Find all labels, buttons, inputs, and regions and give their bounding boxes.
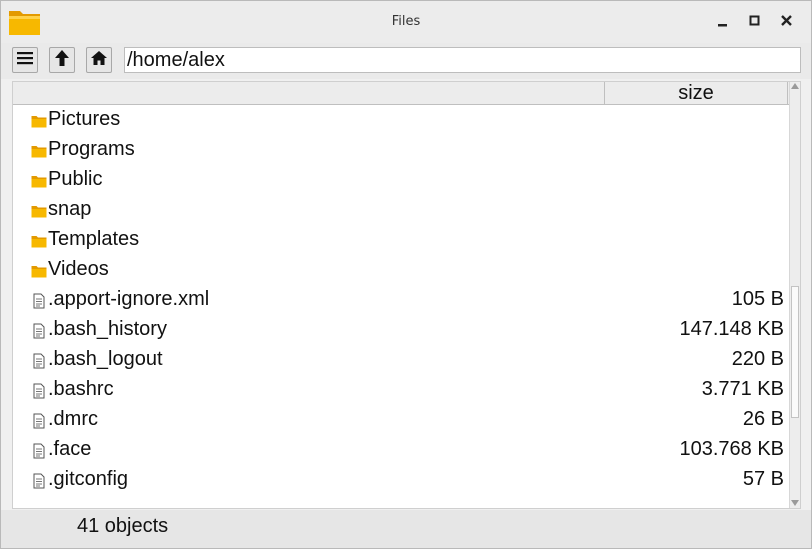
file-manager-window: Files /home/alex size Pictures Programs … <box>0 0 812 549</box>
folder-icon <box>31 172 47 188</box>
row-name: .bashrc <box>48 378 114 400</box>
column-header-size[interactable]: size <box>605 82 788 104</box>
row-name: .face <box>48 438 92 460</box>
arrow-up-icon <box>54 49 70 71</box>
list-header: size <box>13 82 789 105</box>
title-bar[interactable]: Files <box>1 1 811 43</box>
file-row[interactable]: .gitconfig 57 B <box>13 465 789 495</box>
folder-icon <box>31 232 47 248</box>
file-icon <box>31 382 47 399</box>
file-icon <box>31 442 47 459</box>
file-row[interactable]: .dmrc 26 B <box>13 405 789 435</box>
file-icon <box>31 322 47 339</box>
object-count: 41 objects <box>77 515 169 537</box>
status-bar: 41 objects <box>1 510 811 548</box>
folder-row[interactable]: Programs <box>13 135 789 165</box>
folder-icon <box>31 202 47 218</box>
home-button[interactable] <box>86 47 112 73</box>
row-size: 26 B <box>742 408 784 430</box>
file-rows: Pictures Programs Public snap Templates Video… <box>13 105 789 495</box>
folder-icon <box>31 112 47 128</box>
file-icon <box>31 412 47 429</box>
path-input[interactable]: /home/alex <box>124 47 801 73</box>
row-name: .bash_history <box>48 318 167 340</box>
minimize-icon[interactable] <box>713 11 733 31</box>
file-row[interactable]: .bash_history 147.148 KB <box>13 315 789 345</box>
row-name: Pictures <box>48 108 121 130</box>
file-row[interactable]: .apport-ignore.xml 105 B <box>13 285 789 315</box>
scroll-down-icon[interactable] <box>791 500 799 506</box>
row-name: Programs <box>48 138 135 160</box>
row-size: 147.148 KB <box>679 318 784 340</box>
row-name: .gitconfig <box>48 468 129 490</box>
file-list[interactable]: size Pictures Programs Public snap Templates… <box>12 81 801 509</box>
file-row[interactable]: .bashrc 3.771 KB <box>13 375 789 405</box>
folder-row[interactable]: snap <box>13 195 789 225</box>
hamburger-menu-icon <box>16 50 34 70</box>
row-size: 105 B <box>731 288 784 310</box>
row-size: 3.771 KB <box>701 378 784 400</box>
folder-row[interactable]: Templates <box>13 225 789 255</box>
row-name: .dmrc <box>48 408 98 430</box>
go-up-button[interactable] <box>49 47 75 73</box>
window-title: Files <box>391 14 421 29</box>
folder-row[interactable]: Public <box>13 165 789 195</box>
home-icon <box>90 50 108 70</box>
file-icon <box>31 292 47 309</box>
row-name: snap <box>48 198 92 220</box>
scroll-up-icon[interactable] <box>791 83 799 89</box>
maximize-icon[interactable] <box>745 11 765 31</box>
folder-row[interactable]: Videos <box>13 255 789 285</box>
file-icon <box>31 472 47 489</box>
row-size: 220 B <box>731 348 784 370</box>
file-row[interactable]: .face 103.768 KB <box>13 435 789 465</box>
row-name: Videos <box>48 258 109 280</box>
column-header-name[interactable] <box>13 82 605 104</box>
folder-icon <box>31 142 47 158</box>
folder-row[interactable]: Pictures <box>13 105 789 135</box>
scrollbar-thumb[interactable] <box>791 286 799 418</box>
row-name: Public <box>48 168 103 190</box>
row-name: .apport-ignore.xml <box>48 288 210 310</box>
folder-icon <box>31 262 47 278</box>
row-name: Templates <box>48 228 140 250</box>
file-icon <box>31 352 47 369</box>
row-name: .bash_logout <box>48 348 163 370</box>
row-size: 103.768 KB <box>679 438 784 460</box>
close-icon[interactable] <box>777 11 797 31</box>
vertical-scrollbar[interactable] <box>789 82 800 508</box>
row-size: 57 B <box>742 468 784 490</box>
file-row[interactable]: .bash_logout 220 B <box>13 345 789 375</box>
toolbar: /home/alex <box>1 43 811 79</box>
menu-button[interactable] <box>12 47 38 73</box>
